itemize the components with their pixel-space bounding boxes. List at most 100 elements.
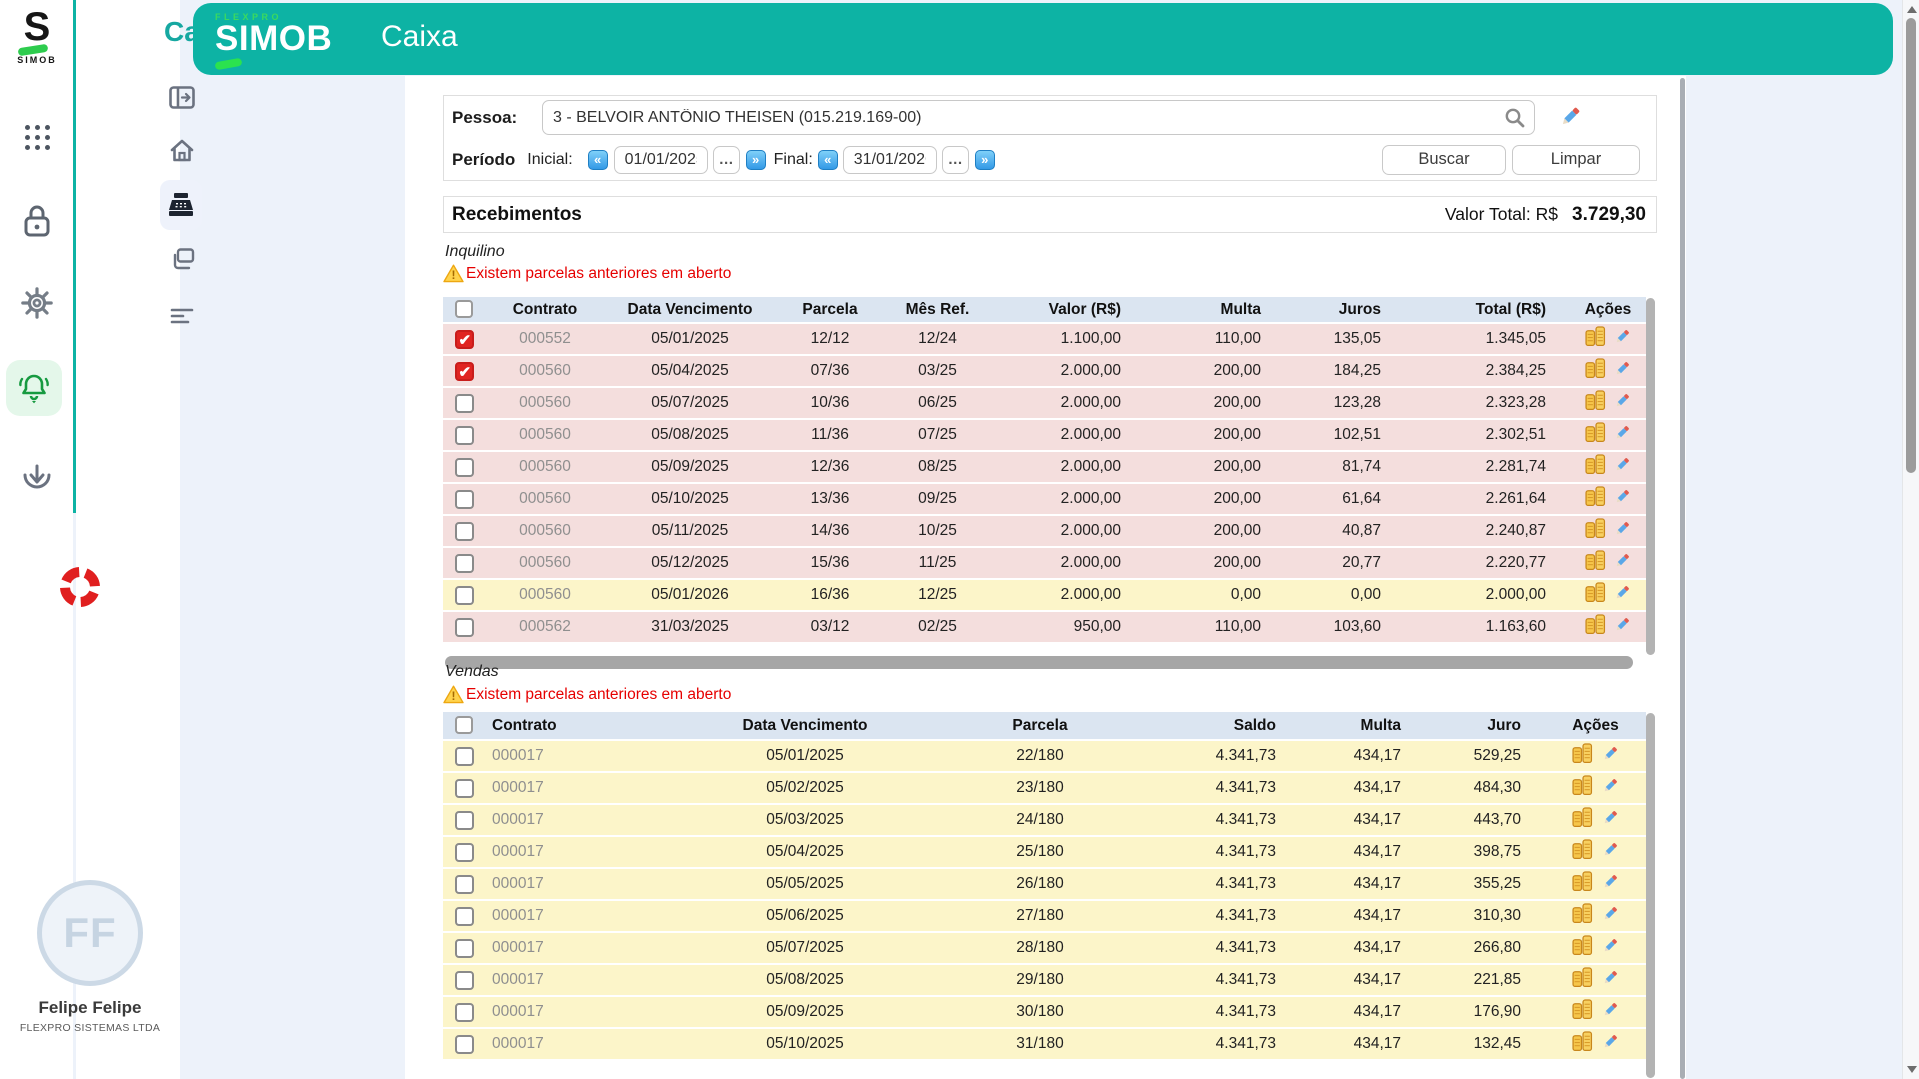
buscar-button[interactable]: Buscar bbox=[1382, 145, 1506, 175]
inicial-next-button[interactable]: » bbox=[746, 150, 766, 170]
download-icon[interactable] bbox=[20, 458, 54, 492]
avatar[interactable]: FF bbox=[37, 880, 143, 986]
edit-icon[interactable] bbox=[1601, 937, 1619, 960]
cash-register-item-active[interactable] bbox=[160, 180, 202, 230]
row-checkbox[interactable] bbox=[455, 939, 474, 958]
final-date-input[interactable] bbox=[843, 146, 937, 174]
receive-payment-icon[interactable] bbox=[1585, 518, 1606, 544]
receive-payment-icon[interactable] bbox=[1585, 582, 1606, 608]
scroll-up-arrow-icon[interactable] bbox=[1907, 6, 1917, 13]
receive-payment-icon[interactable] bbox=[1572, 1031, 1593, 1057]
browser-scrollbar-thumb[interactable] bbox=[1906, 18, 1916, 473]
inicial-date-input[interactable] bbox=[614, 146, 708, 174]
row-checkbox[interactable] bbox=[455, 426, 474, 445]
search-icon[interactable] bbox=[1504, 107, 1525, 133]
final-picker-button[interactable]: … bbox=[942, 146, 969, 174]
row-checkbox[interactable] bbox=[455, 330, 474, 349]
row-checkbox[interactable] bbox=[455, 618, 474, 637]
edit-icon[interactable] bbox=[1601, 873, 1619, 896]
gear-icon[interactable] bbox=[20, 286, 54, 320]
edit-icon[interactable] bbox=[1613, 584, 1631, 607]
final-prev-button[interactable]: « bbox=[818, 150, 838, 170]
edit-icon[interactable] bbox=[1613, 520, 1631, 543]
cell-parcela: 31/180 bbox=[950, 1028, 1130, 1060]
inicial-prev-button[interactable]: « bbox=[588, 150, 608, 170]
cell-acoes bbox=[1545, 900, 1646, 932]
cell-contrato: 000560 bbox=[485, 451, 605, 483]
inquilino-horizontal-scrollbar[interactable] bbox=[445, 656, 1633, 669]
receive-payment-icon[interactable] bbox=[1572, 807, 1593, 833]
row-checkbox[interactable] bbox=[455, 747, 474, 766]
receive-payment-icon[interactable] bbox=[1585, 550, 1606, 576]
edit-icon[interactable] bbox=[1601, 969, 1619, 992]
limpar-button[interactable]: Limpar bbox=[1512, 145, 1640, 175]
select-all-checkbox[interactable] bbox=[455, 300, 473, 318]
edit-icon[interactable] bbox=[1601, 1001, 1619, 1024]
edit-icon[interactable] bbox=[1613, 424, 1631, 447]
cell-juros: 102,51 bbox=[1285, 419, 1405, 451]
content-scrollbar[interactable] bbox=[1680, 78, 1685, 1079]
vendas-vertical-scrollbar[interactable] bbox=[1646, 713, 1655, 1078]
edit-icon[interactable] bbox=[1601, 841, 1619, 864]
receive-payment-icon[interactable] bbox=[1572, 743, 1593, 769]
clear-pessoa-icon[interactable] bbox=[1557, 105, 1583, 131]
edit-icon[interactable] bbox=[1613, 552, 1631, 575]
edit-icon[interactable] bbox=[1601, 777, 1619, 800]
row-checkbox[interactable] bbox=[455, 811, 474, 830]
edit-icon[interactable] bbox=[1613, 616, 1631, 639]
row-checkbox[interactable] bbox=[455, 554, 474, 573]
inicial-picker-button[interactable]: … bbox=[713, 146, 740, 174]
receive-payment-icon[interactable] bbox=[1572, 871, 1593, 897]
row-checkbox[interactable] bbox=[455, 843, 474, 862]
list-lines-icon[interactable] bbox=[169, 302, 195, 328]
home-icon[interactable] bbox=[169, 138, 195, 164]
row-checkbox[interactable] bbox=[455, 394, 474, 413]
edit-icon[interactable] bbox=[1613, 328, 1631, 351]
receive-payment-icon[interactable] bbox=[1572, 839, 1593, 865]
notifications-item-active[interactable] bbox=[6, 360, 62, 416]
row-checkbox[interactable] bbox=[455, 522, 474, 541]
scroll-down-arrow-icon[interactable] bbox=[1907, 1066, 1917, 1073]
layers-icon[interactable] bbox=[169, 246, 195, 272]
edit-icon[interactable] bbox=[1601, 809, 1619, 832]
browser-scrollbar[interactable] bbox=[1902, 0, 1919, 1079]
row-checkbox[interactable] bbox=[455, 907, 474, 926]
receive-payment-icon[interactable] bbox=[1585, 358, 1606, 384]
inquilino-vertical-scrollbar[interactable] bbox=[1646, 298, 1655, 655]
select-all-checkbox[interactable] bbox=[455, 716, 473, 734]
row-checkbox[interactable] bbox=[455, 875, 474, 894]
receive-payment-icon[interactable] bbox=[1572, 775, 1593, 801]
pessoa-input[interactable] bbox=[542, 100, 1535, 135]
edit-icon[interactable] bbox=[1613, 456, 1631, 479]
final-next-button[interactable]: » bbox=[975, 150, 995, 170]
receive-payment-icon[interactable] bbox=[1585, 326, 1606, 352]
lifesaver-icon[interactable] bbox=[57, 564, 103, 610]
receive-payment-icon[interactable] bbox=[1572, 903, 1593, 929]
row-checkbox[interactable] bbox=[455, 1003, 474, 1022]
receive-payment-icon[interactable] bbox=[1572, 935, 1593, 961]
cell-data-vencimento: 05/09/2025 bbox=[660, 996, 950, 1028]
receive-payment-icon[interactable] bbox=[1585, 454, 1606, 480]
edit-icon[interactable] bbox=[1613, 392, 1631, 415]
receive-payment-icon[interactable] bbox=[1585, 390, 1606, 416]
receive-payment-icon[interactable] bbox=[1585, 614, 1606, 640]
receive-payment-icon[interactable] bbox=[1572, 967, 1593, 993]
row-checkbox[interactable] bbox=[455, 1035, 474, 1054]
apps-grid-icon[interactable] bbox=[20, 120, 54, 154]
panel-toggle-icon[interactable] bbox=[169, 84, 195, 110]
edit-icon[interactable] bbox=[1613, 488, 1631, 511]
row-checkbox[interactable] bbox=[455, 779, 474, 798]
receive-payment-icon[interactable] bbox=[1585, 486, 1606, 512]
edit-icon[interactable] bbox=[1601, 905, 1619, 928]
edit-icon[interactable] bbox=[1601, 1033, 1619, 1056]
lock-icon[interactable] bbox=[20, 204, 54, 238]
row-checkbox[interactable] bbox=[455, 362, 474, 381]
edit-icon[interactable] bbox=[1613, 360, 1631, 383]
edit-icon[interactable] bbox=[1601, 745, 1619, 768]
receive-payment-icon[interactable] bbox=[1585, 422, 1606, 448]
row-checkbox[interactable] bbox=[455, 971, 474, 990]
row-checkbox[interactable] bbox=[455, 458, 474, 477]
row-checkbox[interactable] bbox=[455, 586, 474, 605]
receive-payment-icon[interactable] bbox=[1572, 999, 1593, 1025]
row-checkbox[interactable] bbox=[455, 490, 474, 509]
